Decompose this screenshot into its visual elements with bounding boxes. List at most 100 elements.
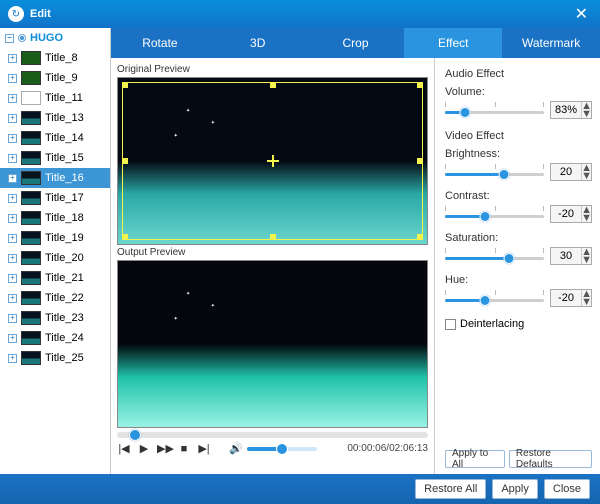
tree-item[interactable]: +Title_8 — [0, 48, 110, 68]
volume-spinner[interactable]: 83% ▲▼ — [550, 101, 592, 119]
expand-icon[interactable]: + — [8, 154, 17, 163]
progress-thumb[interactable] — [129, 429, 141, 441]
apply-to-all-button[interactable]: Apply to All — [445, 450, 505, 468]
thumbnail-icon — [21, 131, 41, 145]
expand-icon[interactable]: + — [8, 134, 17, 143]
spin-down-icon[interactable]: ▼ — [582, 256, 591, 264]
tree-item[interactable]: +Title_14 — [0, 128, 110, 148]
expand-icon[interactable]: + — [8, 314, 17, 323]
collapse-icon[interactable]: − — [5, 34, 14, 43]
fast-forward-button[interactable]: ▶▶ — [157, 442, 171, 455]
tree-item[interactable]: + Title_25 — [0, 348, 110, 368]
expand-icon[interactable]: + — [8, 234, 17, 243]
expand-icon[interactable]: + — [8, 94, 17, 103]
contrast-slider[interactable] — [445, 204, 544, 224]
bird-icon: ✦ — [174, 133, 178, 139]
original-preview[interactable]: ✦ ✦ ✦ — [117, 77, 428, 245]
output-preview: ✦ ✦ ✦ — [117, 260, 428, 428]
spin-down-icon[interactable]: ▼ — [582, 298, 591, 306]
tree-item-label: Title_23 — [45, 312, 84, 324]
tree-item[interactable]: +Title_15 — [0, 148, 110, 168]
crop-handle[interactable] — [417, 158, 423, 164]
crop-handle[interactable] — [270, 234, 276, 240]
tree-item[interactable]: +Title_16 — [0, 168, 110, 188]
saturation-spinner[interactable]: 30 ▲▼ — [550, 247, 592, 265]
contrast-spinner[interactable]: -20 ▲▼ — [550, 205, 592, 223]
crop-handle[interactable] — [122, 82, 128, 88]
crop-handle[interactable] — [270, 82, 276, 88]
expand-icon[interactable]: + — [8, 174, 17, 183]
volume-icon[interactable]: 🔊 — [229, 442, 243, 455]
volume-slider[interactable] — [247, 447, 317, 451]
hue-spinner[interactable]: -20 ▲▼ — [550, 289, 592, 307]
restore-all-button[interactable]: Restore All — [415, 479, 486, 499]
expand-icon[interactable]: + — [8, 194, 17, 203]
spin-down-icon[interactable]: ▼ — [582, 214, 591, 222]
volume-effect-slider[interactable] — [445, 100, 544, 120]
effect-tabs: Rotate3DCropEffectWatermark — [111, 28, 600, 58]
tab-rotate[interactable]: Rotate — [111, 28, 209, 58]
thumbnail-icon — [21, 251, 41, 265]
saturation-slider[interactable] — [445, 246, 544, 266]
output-preview-label: Output Preview — [117, 245, 428, 260]
tree-item[interactable]: +Title_19 — [0, 228, 110, 248]
tree-item[interactable]: +Title_13 — [0, 108, 110, 128]
tree-item[interactable]: +Title_11 — [0, 88, 110, 108]
close-button[interactable]: Close — [544, 479, 590, 499]
tree-item[interactable]: + Title_23 — [0, 308, 110, 328]
crop-center-icon[interactable] — [267, 155, 279, 167]
thumbnail-icon — [21, 191, 41, 205]
stop-button[interactable]: ■ — [177, 443, 191, 455]
progress-bar[interactable] — [117, 432, 428, 438]
prev-frame-button[interactable]: |◀ — [117, 442, 131, 455]
tab-watermark[interactable]: Watermark — [502, 28, 600, 58]
transport-controls: |◀ ▶ ▶▶ ■ ▶| 🔊 — [117, 428, 428, 461]
brightness-spinner[interactable]: 20 ▲▼ — [550, 163, 592, 181]
thumbnail-icon — [21, 291, 41, 305]
crop-handle[interactable] — [417, 234, 423, 240]
tree-root-label: HUGO — [30, 32, 63, 44]
tree-item[interactable]: +Title_9 — [0, 68, 110, 88]
tree-item[interactable]: +Title_18 — [0, 208, 110, 228]
tab-3d[interactable]: 3D — [209, 28, 307, 58]
expand-icon[interactable]: + — [8, 274, 17, 283]
brightness-label: Brightness: — [445, 148, 592, 160]
close-icon[interactable]: ✕ — [571, 4, 592, 24]
tree-root[interactable]: − HUGO — [0, 28, 110, 48]
spin-down-icon[interactable]: ▼ — [582, 172, 591, 180]
volume-thumb[interactable] — [276, 443, 288, 455]
tree-item-label: Title_21 — [45, 272, 84, 284]
tree-item[interactable]: +Title_24 — [0, 328, 110, 348]
deinterlacing-checkbox[interactable]: Deinterlacing — [445, 318, 592, 330]
brightness-slider[interactable] — [445, 162, 544, 182]
tree-item[interactable]: + Title_17 — [0, 188, 110, 208]
expand-icon[interactable]: + — [8, 334, 17, 343]
tab-effect[interactable]: Effect — [404, 28, 502, 58]
expand-icon[interactable]: + — [8, 214, 17, 223]
play-button[interactable]: ▶ — [137, 442, 151, 455]
restore-defaults-button[interactable]: Restore Defaults — [509, 450, 592, 468]
expand-icon[interactable]: + — [8, 254, 17, 263]
crop-handle[interactable] — [122, 234, 128, 240]
thumbnail-icon — [21, 331, 41, 345]
tree-item-label: Title_25 — [45, 352, 84, 364]
crop-handle[interactable] — [417, 82, 423, 88]
next-frame-button[interactable]: ▶| — [197, 442, 211, 455]
crop-handle[interactable] — [122, 158, 128, 164]
checkbox-icon[interactable] — [445, 319, 456, 330]
spin-down-icon[interactable]: ▼ — [582, 110, 591, 118]
tree-item[interactable]: +Title_20 — [0, 248, 110, 268]
tree-item[interactable]: + Title_21 — [0, 268, 110, 288]
expand-icon[interactable]: + — [8, 294, 17, 303]
hue-slider[interactable] — [445, 288, 544, 308]
tab-crop[interactable]: Crop — [307, 28, 405, 58]
apply-button[interactable]: Apply — [492, 479, 538, 499]
expand-icon[interactable]: + — [8, 114, 17, 123]
expand-icon[interactable]: + — [8, 74, 17, 83]
tree-item-label: Title_17 — [45, 192, 84, 204]
expand-icon[interactable]: + — [8, 54, 17, 63]
thumbnail-icon — [21, 111, 41, 125]
time-display: 00:00:06/02:06:13 — [347, 443, 428, 454]
tree-item[interactable]: +Title_22 — [0, 288, 110, 308]
expand-icon[interactable]: + — [8, 354, 17, 363]
